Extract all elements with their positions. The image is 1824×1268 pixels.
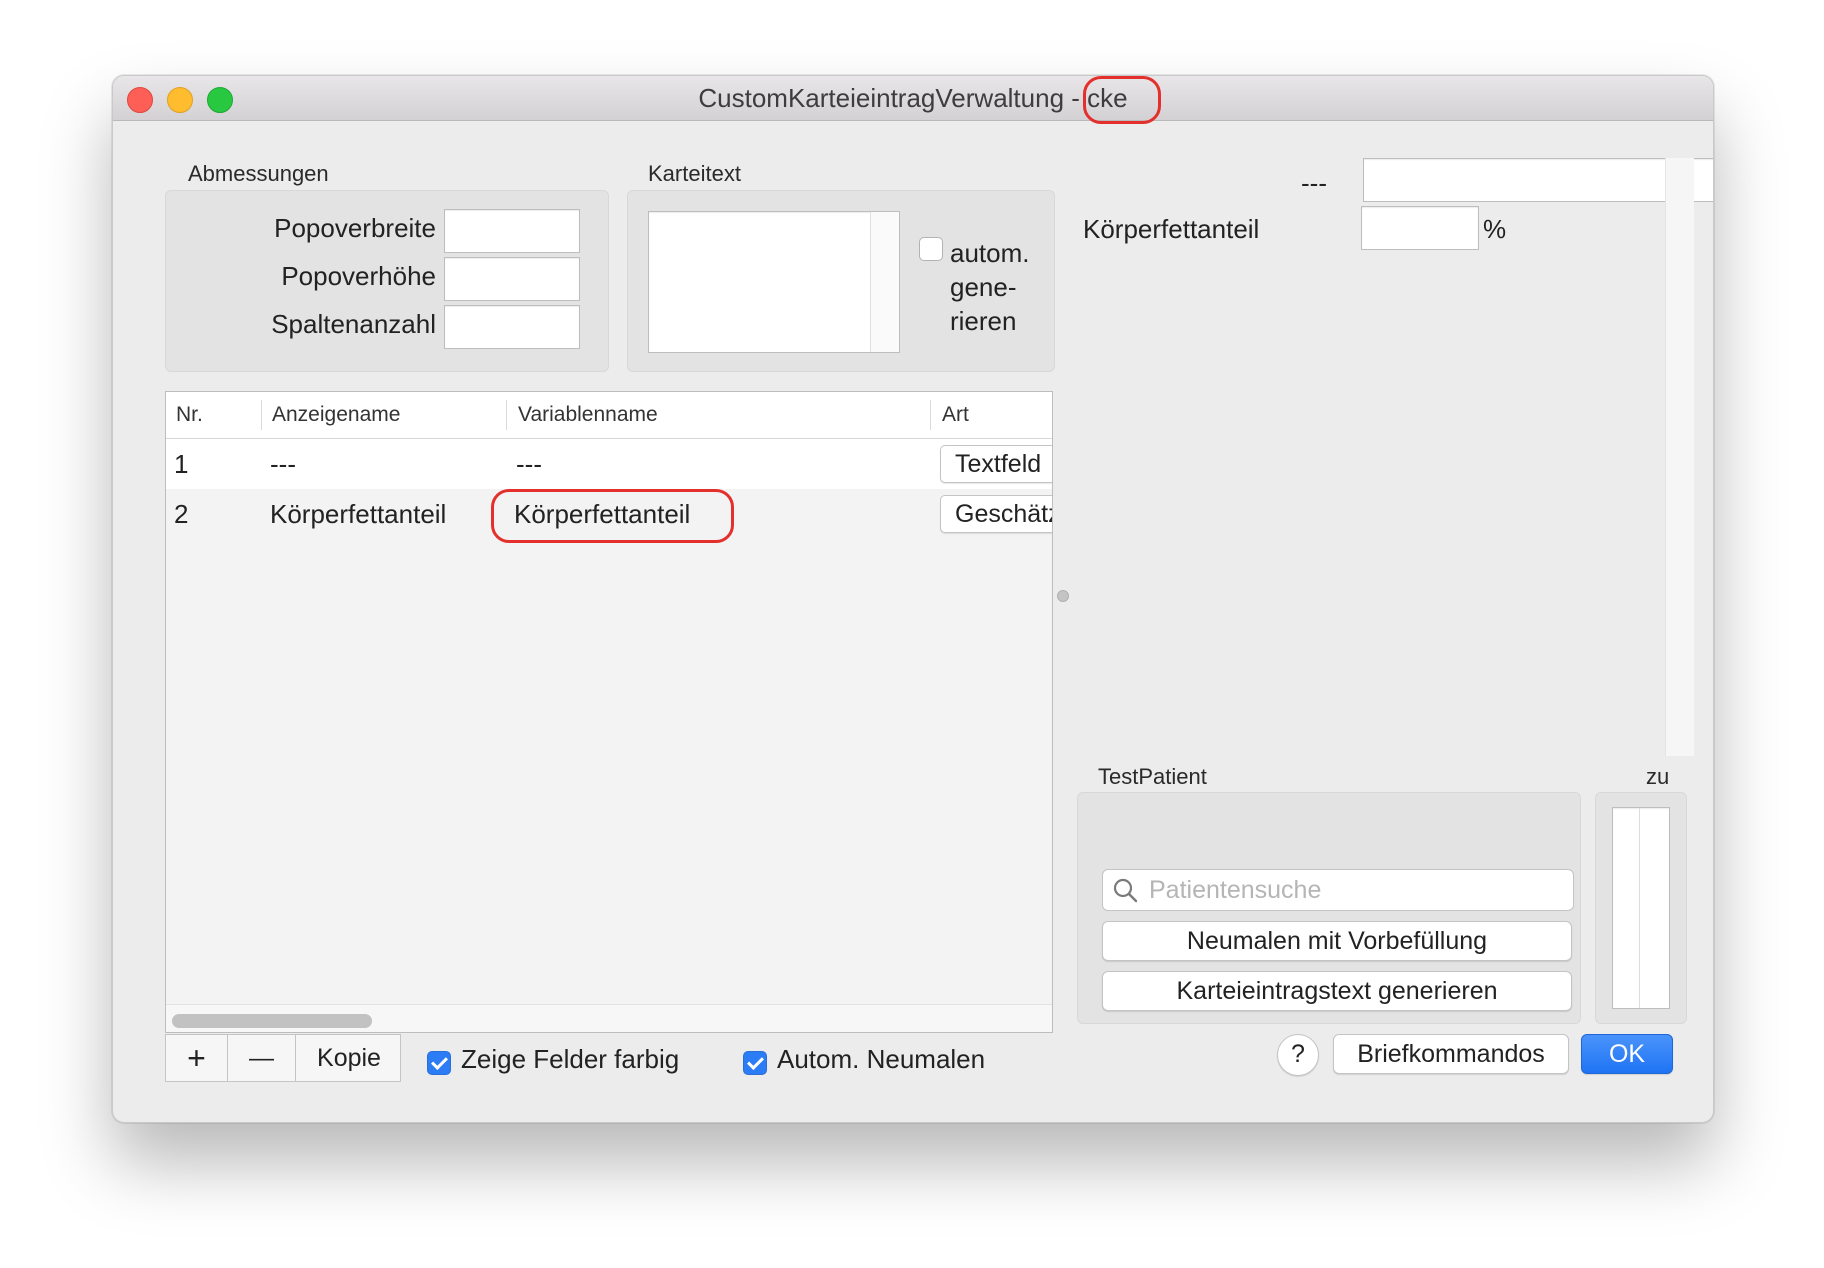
- preview-field1-input[interactable]: [1363, 158, 1713, 202]
- show-colored-checkbox[interactable]: [427, 1051, 451, 1075]
- test-patient-group-label: TestPatient: [1098, 764, 1207, 789]
- minus-icon: —: [249, 1044, 274, 1072]
- auto-repaint-checkbox[interactable]: [743, 1051, 767, 1075]
- row-nr: 1: [174, 449, 189, 479]
- row-variable-name: ---: [516, 449, 542, 479]
- letter-commands-button[interactable]: Briefkommandos: [1333, 1034, 1569, 1074]
- search-icon: [1113, 878, 1138, 903]
- preview-vertical-scrollbar[interactable]: [1665, 158, 1694, 756]
- column-separator: [930, 400, 931, 430]
- window-title: CustomKarteieintragVerwaltung - cke: [698, 83, 1128, 113]
- karteitext-group: autom. gene- rieren: [627, 190, 1055, 372]
- column-header-display-name[interactable]: Anzeigename: [272, 392, 400, 438]
- karteitext-group-label: Karteitext: [648, 161, 741, 186]
- horizontal-scrollbar-track: [166, 1004, 1052, 1032]
- column-count-input[interactable]: [444, 305, 580, 349]
- help-button[interactable]: ?: [1277, 1034, 1319, 1076]
- horizontal-scrollbar-thumb[interactable]: [172, 1014, 372, 1028]
- preview-field1-label: ---: [1301, 168, 1327, 198]
- karteitext-textarea[interactable]: [648, 211, 900, 353]
- column-header-nr[interactable]: Nr.: [176, 392, 203, 438]
- column-separator: [261, 400, 262, 430]
- auto-generate-label: autom. gene- rieren: [950, 236, 1030, 338]
- row-nr: 2: [174, 499, 189, 529]
- row-type-popup[interactable]: Geschätzt: [940, 495, 1052, 533]
- repaint-with-prefill-button[interactable]: Neumalen mit Vorbefüllung: [1102, 921, 1572, 961]
- zu-list-divider: [1639, 808, 1640, 1008]
- dimensions-group-label: Abmessungen: [188, 161, 329, 186]
- popover-width-label: Popoverbreite: [274, 213, 436, 243]
- auto-generate-checkbox[interactable]: [919, 237, 943, 261]
- row-type-popup[interactable]: Textfeld: [940, 445, 1052, 483]
- table-header: Nr. Anzeigename Variablenname Art: [166, 392, 1052, 439]
- dimensions-group: Popoverbreite Popoverhöhe Spaltenanzahl: [165, 190, 609, 372]
- zu-group: [1595, 792, 1687, 1024]
- ok-button[interactable]: OK: [1581, 1034, 1673, 1074]
- remove-row-button[interactable]: —: [228, 1035, 296, 1081]
- popover-width-input[interactable]: [444, 209, 580, 253]
- variable-name-highlight-annotation: [491, 489, 734, 543]
- auto-generate-label-line2: gene-: [950, 272, 1017, 302]
- generate-entry-text-button[interactable]: Karteieintragstext generieren: [1102, 971, 1572, 1011]
- column-header-variable-name[interactable]: Variablenname: [518, 392, 658, 438]
- title-highlight-annotation: [1083, 76, 1161, 124]
- row-display-name: ---: [270, 449, 296, 479]
- zu-group-label: zu: [1646, 764, 1670, 789]
- auto-generate-label-line3: rieren: [950, 306, 1017, 336]
- auto-generate-label-line1: autom.: [950, 238, 1030, 268]
- table-row[interactable]: 1 --- --- Textfeld: [166, 439, 1052, 489]
- dialog-window: CustomKarteieintragVerwaltung - cke Abme…: [112, 75, 1714, 1123]
- row-display-name: Körperfettanteil: [270, 499, 447, 529]
- preview-field2-input[interactable]: [1361, 206, 1479, 250]
- column-separator: [506, 400, 507, 430]
- column-header-type[interactable]: Art: [942, 392, 969, 438]
- plus-icon: +: [187, 1040, 206, 1076]
- show-colored-label: Zeige Felder farbig: [461, 1044, 680, 1074]
- fields-table: Nr. Anzeigename Variablenname Art 1 --- …: [165, 391, 1053, 1033]
- patient-search-field[interactable]: Patientensuche: [1102, 869, 1574, 911]
- copy-row-button[interactable]: Kopie: [296, 1035, 400, 1081]
- karteitext-scrollbar[interactable]: [870, 212, 899, 352]
- preview-area: --- Körperfettanteil %: [1075, 150, 1713, 756]
- column-count-label: Spaltenanzahl: [271, 309, 436, 339]
- patient-search-placeholder: Patientensuche: [1149, 876, 1322, 904]
- auto-repaint-label: Autom. Neumalen: [777, 1044, 986, 1074]
- popover-height-input[interactable]: [444, 257, 580, 301]
- title-bar: CustomKarteieintragVerwaltung - cke: [113, 76, 1713, 124]
- preview-field2-label: Körperfettanteil: [1083, 214, 1260, 244]
- add-row-button[interactable]: +: [166, 1035, 228, 1081]
- table-edit-segmented-control: + — Kopie: [165, 1034, 401, 1082]
- split-view-handle[interactable]: [1057, 590, 1069, 602]
- test-patient-group: Patientensuche Neumalen mit Vorbefüllung…: [1077, 792, 1581, 1024]
- zu-list[interactable]: [1612, 807, 1670, 1009]
- popover-height-label: Popoverhöhe: [281, 261, 436, 291]
- preview-field2-unit: %: [1483, 214, 1507, 244]
